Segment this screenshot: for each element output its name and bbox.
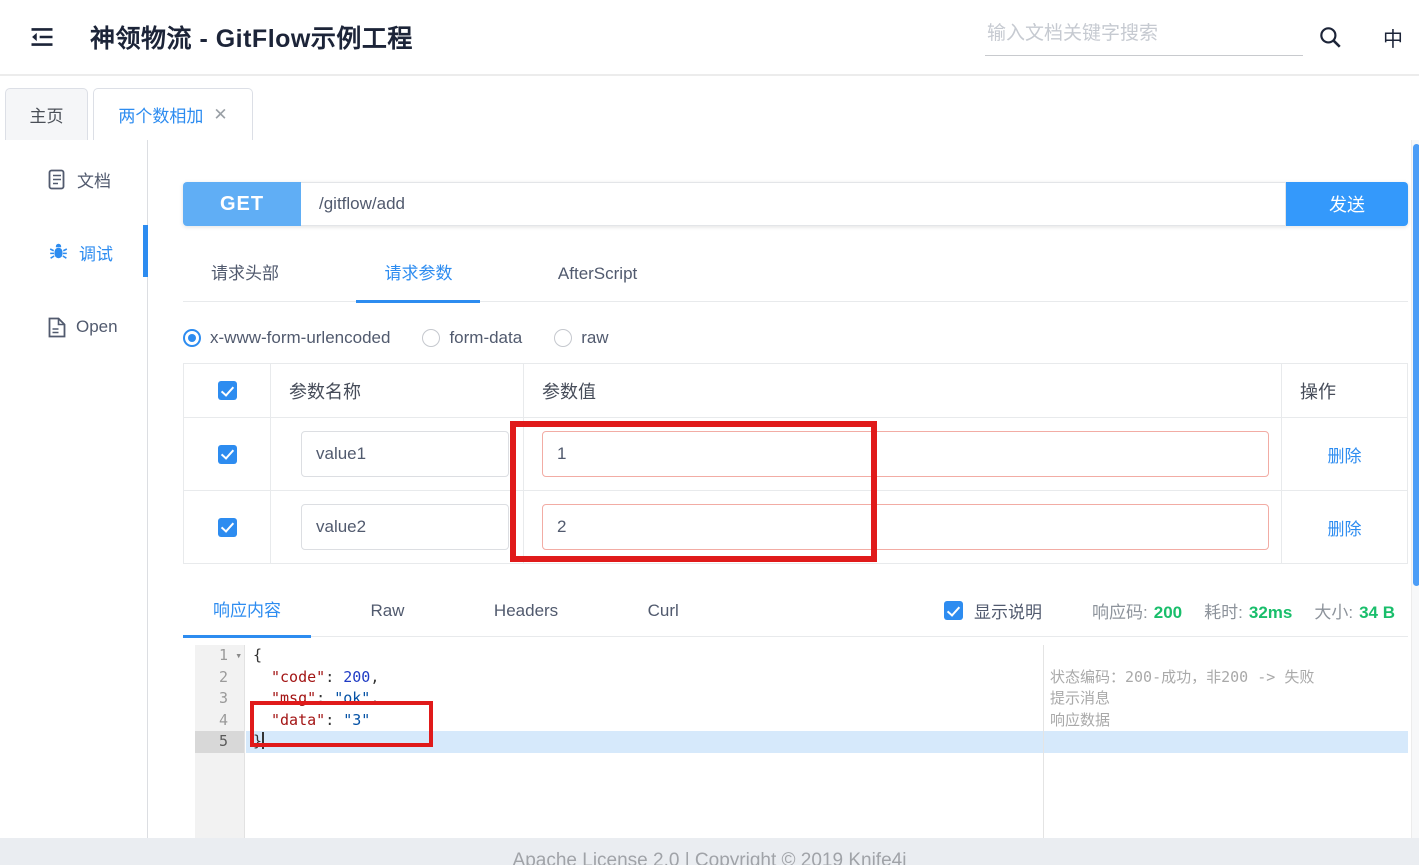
code-line-1: { [246,645,1043,667]
radio-label-raw[interactable]: raw [581,328,608,348]
code-line-5: } [246,731,1043,753]
radio-x-www-form-urlencoded[interactable] [183,329,201,347]
tab-afterscript[interactable]: AfterScript [530,248,665,301]
response-header: 响应内容 Raw Headers Curl 显示说明 响应码:200 耗时:32… [183,585,1408,637]
sidebar: 文档 调试 Open [0,140,148,838]
fold-icon[interactable]: ▾ [235,645,242,667]
row2-delete-link[interactable]: 删除 [1328,515,1362,540]
code-line-3: "msg": "ok", [246,688,1043,710]
col-header-action: 操作 [1282,378,1336,404]
line-number: 4 [195,710,244,732]
document-icon [48,169,67,190]
bug-icon [48,242,69,263]
note-message: 提示消息 [1044,688,1408,710]
tab-add-label: 两个数相加 [118,102,203,127]
note-status-code: 状态编码：200-成功，非200 -> 失败 [1044,667,1408,689]
col-header-param-value: 参数值 [524,378,596,404]
request-url-input[interactable] [301,182,1286,226]
sidebar-item-doc[interactable]: 文档 [0,162,148,196]
radio-raw[interactable] [554,329,572,347]
line-number: 1▾ [195,645,244,667]
size-item: 大小:34 B [1314,598,1395,623]
json-response-body[interactable]: { "code": 200, "msg": "ok", "data": "3" … [246,645,1043,838]
radio-label-urlencoded[interactable]: x-www-form-urlencoded [210,328,390,348]
show-desc-label[interactable]: 显示说明 [974,598,1042,623]
elapsed-item: 耗时:32ms [1204,598,1292,623]
tab-raw[interactable]: Raw [340,585,434,636]
row2-checkbox[interactable] [218,518,237,537]
search-icon[interactable] [1317,24,1343,50]
row1-delete-link[interactable]: 删除 [1328,442,1362,467]
scrollbar-thumb[interactable] [1413,144,1419,586]
search-input[interactable] [987,23,1301,45]
debug-panel: GET 发送 请求头部 请求参数 AfterScript x-www-form-… [148,140,1411,838]
request-tabs: 请求头部 请求参数 AfterScript [183,248,1408,302]
radio-form-data[interactable] [422,329,440,347]
note-data: 响应数据 [1044,710,1408,732]
page-footer: Apache License 2.0 | Copyright © 2019 Kn… [0,838,1419,865]
sidebar-item-doc-label: 文档 [77,167,111,192]
row1-value-input[interactable] [542,431,1269,477]
params-table: 参数名称 参数值 操作 删除 删除 [183,363,1408,564]
tab-headers[interactable]: Headers [464,585,588,636]
request-bar: GET 发送 [183,182,1408,226]
tab-curl[interactable]: Curl [618,585,709,636]
file-icon [48,317,66,338]
status-code-item: 响应码:200 [1092,598,1182,623]
row1-checkbox[interactable] [218,445,237,464]
param-row-value2: 删除 [184,490,1407,563]
tab-home[interactable]: 主页 [5,88,88,141]
response-meta: 显示说明 响应码:200 耗时:32ms 大小:34 B [944,598,1408,623]
editor-gutter: 1▾ 2 3 4 5 [195,645,245,838]
response-code-editor[interactable]: 1▾ 2 3 4 5 { "code": 200, "msg": "ok", "… [183,645,1408,838]
knife4j-debug-page: 神领物流 - GitFlow示例工程 中 主页 两个数相加 ✕ [0,0,1419,865]
language-toggle[interactable]: 中 [1383,23,1403,52]
response-tabs: 响应内容 Raw Headers Curl [183,585,734,636]
row2-name-input[interactable] [301,504,509,550]
sidebar-item-debug[interactable]: 调试 [0,235,148,269]
body-type-options: x-www-form-urlencoded form-data raw [183,318,641,358]
col-header-param-name: 参数名称 [271,378,361,404]
row1-name-input[interactable] [301,431,509,477]
row2-value-input[interactable] [542,504,1269,550]
param-row-value1: 删除 [184,417,1407,490]
tab-response-content[interactable]: 响应内容 [183,585,311,636]
document-tabstrip: 主页 两个数相加 ✕ [0,78,1419,140]
tab-request-headers[interactable]: 请求头部 [183,248,307,301]
code-line-2: "code": 200, [246,667,1043,689]
text-cursor [262,732,264,749]
doc-search [985,19,1303,56]
tab-add-two-numbers[interactable]: 两个数相加 ✕ [93,88,253,141]
sidebar-item-open-label: Open [76,317,118,337]
radio-label-form-data[interactable]: form-data [449,328,522,348]
elapsed-value: 32ms [1249,603,1292,622]
page-title: 神领物流 - GitFlow示例工程 [90,19,413,55]
select-all-checkbox[interactable] [218,381,237,400]
tab-request-params[interactable]: 请求参数 [356,248,480,301]
menu-fold-icon [28,23,56,51]
vertical-scrollbar[interactable] [1411,140,1419,865]
line-number-current: 5 [195,731,244,753]
params-table-header: 参数名称 参数值 操作 [184,364,1407,417]
send-button[interactable]: 发送 [1286,182,1408,226]
code-line-4: "data": "3" [246,710,1043,732]
menu-fold-button[interactable] [27,22,57,52]
footer-license-text: Apache License 2.0 | Copyright © 2019 Kn… [513,848,907,865]
sidebar-item-debug-label: 调试 [79,240,113,265]
app-header: 神领物流 - GitFlow示例工程 中 [0,0,1419,76]
http-method-badge[interactable]: GET [183,182,301,226]
status-code-value: 200 [1154,603,1182,622]
size-value: 34 B [1359,603,1395,622]
tab-home-label: 主页 [30,102,64,127]
sidebar-item-open[interactable]: Open [0,310,148,344]
show-desc-checkbox[interactable] [944,601,963,620]
line-number: 2 [195,667,244,689]
tab-close-icon[interactable]: ✕ [213,105,227,125]
line-number: 3 [195,688,244,710]
field-description-panel: 状态编码：200-成功，非200 -> 失败 提示消息 响应数据 [1043,645,1408,838]
